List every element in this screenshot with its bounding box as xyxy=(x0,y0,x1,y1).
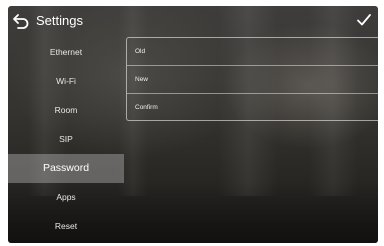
new-password-field[interactable] xyxy=(172,70,376,90)
confirm-password-field[interactable] xyxy=(172,98,376,118)
password-form: Old New Confirm xyxy=(126,37,378,121)
sidebar-item-password[interactable]: Password xyxy=(8,154,124,183)
sidebar-item-apps[interactable]: Apps xyxy=(8,183,124,212)
header-bar: Settings xyxy=(8,6,378,34)
checkmark-icon xyxy=(357,14,371,26)
settings-sidebar: Ethernet Wi-Fi Room SIP Password Apps Re… xyxy=(8,38,124,241)
sidebar-item-room[interactable]: Room xyxy=(8,96,124,125)
back-arrow-icon xyxy=(13,14,29,29)
sidebar-item-ethernet[interactable]: Ethernet xyxy=(8,38,124,67)
old-password-row[interactable]: Old xyxy=(127,38,378,65)
old-password-label: Old xyxy=(135,48,146,55)
sidebar-item-wifi[interactable]: Wi-Fi xyxy=(8,67,124,96)
page-title: Settings xyxy=(36,13,83,28)
new-password-row[interactable]: New xyxy=(127,65,378,93)
confirm-password-row[interactable]: Confirm xyxy=(127,93,378,121)
back-button[interactable] xyxy=(12,12,30,30)
confirm-password-label: Confirm xyxy=(135,104,158,111)
sidebar-item-reset[interactable]: Reset xyxy=(8,212,124,241)
sidebar-item-sip[interactable]: SIP xyxy=(8,125,124,154)
old-password-field[interactable] xyxy=(172,42,376,62)
confirm-button[interactable] xyxy=(356,12,372,28)
new-password-label: New xyxy=(135,76,149,83)
settings-screen: Settings Ethernet Wi-Fi Room SIP Passwor… xyxy=(8,6,378,243)
